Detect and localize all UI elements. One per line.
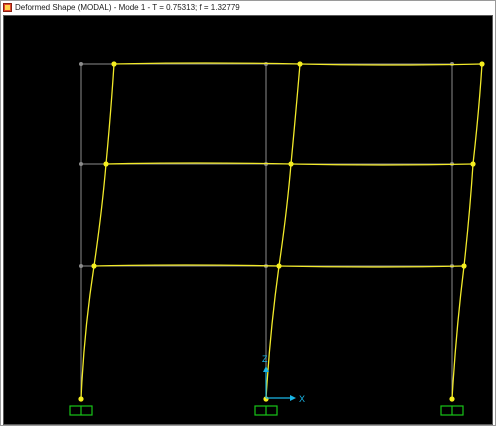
joint-icon [470,161,476,167]
structure-canvas[interactable]: Z X [4,16,492,424]
joint-icon [276,263,282,269]
axis-z-label: Z [262,354,268,364]
deformed-column-left [80,63,115,400]
supports [69,405,464,416]
deformed-joints [78,61,485,402]
joint-icon [461,263,467,269]
joint-icon [449,396,455,402]
joint-icon [79,162,83,166]
deformed-shape-window: Deformed Shape (MODAL) - Mode 1 - T = 0.… [0,0,496,426]
undeformed-frame [80,63,453,399]
joint-icon [297,61,303,67]
joint-icon [79,264,83,268]
sap2000-app-icon [3,3,12,12]
window-title: Deformed Shape (MODAL) - Mode 1 - T = 0.… [15,2,240,12]
joint-icon [79,62,83,66]
deformed-column-right [451,63,483,400]
fixed-support-icon [69,405,93,416]
joint-icon [91,263,97,269]
joint-icon [288,161,294,167]
joint-icon [78,396,84,402]
fixed-support-icon [440,405,464,416]
joint-icon [103,161,109,167]
axis-x-label: X [299,394,305,404]
joint-icon [111,61,117,67]
joint-icon [479,61,485,67]
fixed-support-icon [254,405,278,416]
axis-triad-icon [263,366,296,401]
window-titlebar[interactable]: Deformed Shape (MODAL) - Mode 1 - T = 0.… [1,1,495,14]
deformed-frame [80,62,483,400]
deformed-column-middle [265,63,301,400]
model-viewport[interactable]: Z X [3,15,493,425]
